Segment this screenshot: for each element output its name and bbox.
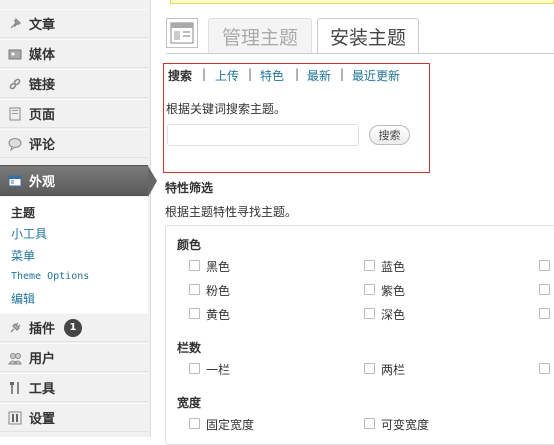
nav-recently-updated[interactable]: 最近更新 xyxy=(352,67,400,84)
checkbox-blue[interactable] xyxy=(364,260,375,271)
menu-pages[interactable]: 页面 xyxy=(0,99,148,128)
nav-separator: | xyxy=(340,67,345,81)
menu-pages-label: 页面 xyxy=(29,108,56,123)
nav-search[interactable]: 搜索 xyxy=(168,67,192,84)
checkbox-label: 黄色 xyxy=(206,308,231,322)
checkbox-label: 一栏 xyxy=(206,363,231,377)
search-input[interactable] xyxy=(167,124,359,146)
menu-plugins[interactable]: 插件 1 xyxy=(0,313,148,342)
checkbox-fixed-width[interactable] xyxy=(189,418,200,429)
users-icon xyxy=(7,350,23,366)
pin-icon xyxy=(7,16,23,32)
group-color-title: 颜色 xyxy=(177,238,202,252)
submenu-theme-options[interactable]: Theme Options xyxy=(11,271,89,282)
nav-featured[interactable]: 特色 xyxy=(260,67,284,84)
menu-posts[interactable]: 文章 xyxy=(0,9,148,38)
settings-icon xyxy=(7,410,23,426)
checkbox-one-column[interactable] xyxy=(189,363,200,374)
page-icon xyxy=(7,106,23,122)
menu-settings[interactable]: 设置 xyxy=(0,403,148,432)
checkbox-flexible-width[interactable] xyxy=(364,418,375,429)
nav-upload[interactable]: 上传 xyxy=(215,67,239,84)
checkbox-label: 紫色 xyxy=(381,284,406,298)
menu-users-label: 用户 xyxy=(29,352,56,367)
checkbox-label: 固定宽度 xyxy=(206,418,255,432)
menu-links[interactable]: 链接 xyxy=(0,69,148,98)
appearance-icon xyxy=(7,173,23,189)
nav-separator: | xyxy=(202,67,207,81)
submenu-widgets[interactable]: 小工具 xyxy=(11,225,47,242)
checkbox-label: 两栏 xyxy=(381,363,406,377)
submenu-editor[interactable]: 编辑 xyxy=(11,290,35,307)
checkbox-label: 可变宽度 xyxy=(381,418,430,432)
comment-icon xyxy=(7,136,23,152)
themes-page-icon xyxy=(166,18,198,48)
menu-links-label: 链接 xyxy=(29,78,56,93)
media-icon xyxy=(7,46,23,62)
menu-comments[interactable]: 评论 xyxy=(0,129,148,158)
search-panel: 搜索 | 上传 | 特色 | 最新 | 最近更新 根据关键词搜索主题。 搜索 xyxy=(163,63,430,173)
tab-install-themes[interactable]: 安装主题 xyxy=(317,18,419,54)
appearance-submenu: 主题 小工具 菜单 Theme Options 编辑 xyxy=(0,197,148,314)
menu-settings-label: 设置 xyxy=(29,412,56,427)
checkbox-dark[interactable] xyxy=(364,308,375,319)
menu-appearance[interactable]: 外观 xyxy=(0,165,157,197)
nav-separator: | xyxy=(248,67,253,81)
checkbox-next-column[interactable] xyxy=(539,363,550,374)
search-button[interactable]: 搜索 xyxy=(369,125,410,145)
plugin-icon xyxy=(7,320,23,336)
checkbox-black[interactable] xyxy=(189,260,200,271)
menu-tools-label: 工具 xyxy=(29,382,56,397)
feature-filter-title: 特性筛选 xyxy=(165,181,214,195)
group-width-title: 宽度 xyxy=(177,396,202,410)
submenu-menus[interactable]: 菜单 xyxy=(11,247,35,264)
menu-media-label: 媒体 xyxy=(29,48,56,63)
checkbox-label: 黑色 xyxy=(206,260,231,274)
checkbox-purple[interactable] xyxy=(364,284,375,295)
submenu-themes[interactable]: 主题 xyxy=(11,204,35,221)
menu-appearance-label: 外观 xyxy=(29,175,56,190)
search-description: 根据关键词搜索主题。 xyxy=(166,102,287,116)
menu-comments-label: 评论 xyxy=(29,138,56,153)
checkbox-pink[interactable] xyxy=(189,284,200,295)
notice-strip xyxy=(170,0,554,4)
checkbox-label: 蓝色 xyxy=(381,260,406,274)
nav-newest[interactable]: 最新 xyxy=(307,67,331,84)
checkbox-yellow[interactable] xyxy=(189,308,200,319)
menu-users[interactable]: 用户 xyxy=(0,343,148,372)
menu-tools[interactable]: 工具 xyxy=(0,373,148,402)
menu-posts-label: 文章 xyxy=(29,18,56,33)
plugin-update-badge: 1 xyxy=(64,318,83,337)
checkbox-label: 深色 xyxy=(381,308,406,322)
checkbox-next-column[interactable] xyxy=(539,308,550,319)
checkbox-label: 粉色 xyxy=(206,284,231,298)
admin-sidebar: 文章 媒体 链接 页面 评论 外观 主题 小工具 菜单 Theme Option… xyxy=(0,0,157,437)
group-columns-title: 栏数 xyxy=(177,341,202,355)
link-icon xyxy=(7,76,23,92)
menu-media[interactable]: 媒体 xyxy=(0,39,148,68)
checkbox-next-column[interactable] xyxy=(539,260,550,271)
tab-divider xyxy=(166,53,554,54)
tab-manage-themes[interactable]: 管理主题 xyxy=(208,18,312,54)
nav-separator: | xyxy=(295,67,300,81)
feature-filter-description: 根据主题特性寻找主题。 xyxy=(165,205,298,219)
tools-icon xyxy=(7,380,23,396)
current-indicator xyxy=(148,166,157,197)
checkbox-two-columns[interactable] xyxy=(364,363,375,374)
menu-plugins-label: 插件 xyxy=(29,322,56,337)
checkbox-next-column[interactable] xyxy=(539,284,550,295)
